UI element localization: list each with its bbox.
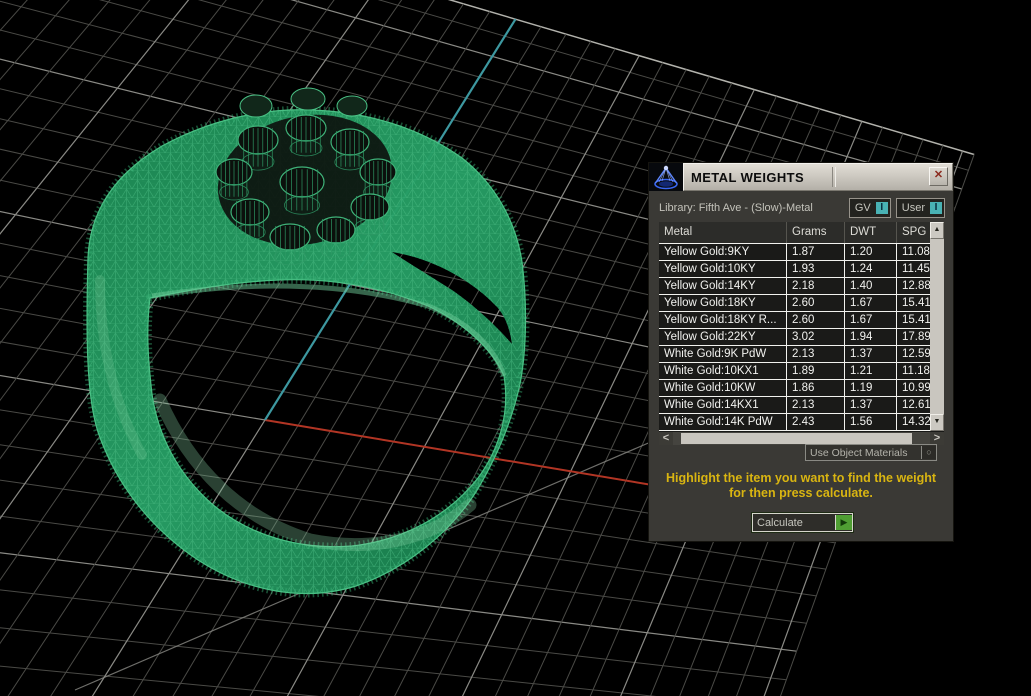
cell-grams: 2.60 (787, 295, 845, 311)
vertical-scroll-thumb[interactable] (930, 239, 944, 414)
materials-dropdown-value: Use Object Materials (810, 446, 908, 459)
cell-spg: 15.41 (897, 295, 930, 311)
cell-dwt: 1.19 (845, 380, 897, 396)
instruction-text: Highlight the item you want to find the … (649, 471, 953, 501)
cell-metal: White Gold:9K PdW (659, 346, 787, 362)
table-row[interactable]: Yellow Gold:10KY 1.93 1.24 11.45 (659, 261, 930, 278)
table-row[interactable]: White Gold:10KW 1.86 1.19 10.99 (659, 380, 930, 397)
table-row[interactable]: White Gold:14KX1 2.13 1.37 12.61 (659, 397, 930, 414)
cell-dwt: 1.24 (845, 261, 897, 277)
cell-metal: Yellow Gold:18KY R... (659, 312, 787, 328)
cell-spg: 15.41 (897, 312, 930, 328)
calculate-button-label: Calculate (757, 516, 803, 529)
cell-grams: 1.89 (787, 363, 845, 379)
instruction-line2: for then press calculate. (729, 486, 873, 500)
titlebar-divider (832, 167, 836, 187)
cell-metal: Yellow Gold:14KY (659, 278, 787, 294)
cell-grams: 2.18 (787, 278, 845, 294)
table-header: Metal Grams DWT SPG (659, 222, 930, 244)
gv-info-icon[interactable]: I (875, 201, 888, 214)
table-row[interactable]: Yellow Gold:18KY R... 2.60 1.67 15.41 (659, 312, 930, 329)
cell-metal: Yellow Gold:22KY (659, 329, 787, 345)
cell-grams: 2.13 (787, 346, 845, 362)
col-header-spg: SPG (902, 226, 927, 238)
cell-metal: Yellow Gold:9KY (659, 244, 787, 260)
cell-dwt: 1.37 (845, 346, 897, 362)
user-button-label: User (901, 201, 925, 214)
cell-spg: 17.89 (897, 329, 930, 345)
cell-dwt: 1.20 (845, 244, 897, 260)
table-row[interactable]: Yellow Gold:18KY 2.60 1.67 15.41 (659, 295, 930, 312)
cell-grams: 3.02 (787, 329, 845, 345)
calculate-arrow-icon: ▶ (835, 515, 852, 530)
library-row: Library: Fifth Ave - (Slow)-Metal GV I U… (659, 197, 945, 218)
gv-button[interactable]: GV I (848, 197, 891, 218)
table-row[interactable]: White Gold:10KX1 1.89 1.21 11.18 (659, 363, 930, 380)
titlebar-surface[interactable]: METAL WEIGHTS ✕ (683, 163, 953, 191)
dropdown-circle-icon[interactable]: ○ (921, 446, 936, 459)
cell-grams: 1.87 (787, 244, 845, 260)
cell-dwt: 1.37 (845, 397, 897, 413)
cell-grams: 2.13 (787, 397, 845, 413)
dialog-titlebar[interactable]: METAL WEIGHTS ✕ (649, 163, 953, 191)
cell-grams: 2.60 (787, 312, 845, 328)
horizontal-scroll-thumb[interactable] (681, 433, 912, 444)
table-row[interactable]: Yellow Gold:9KY 1.87 1.20 11.08 (659, 244, 930, 261)
cell-metal: White Gold:10KW (659, 380, 787, 396)
user-info-icon[interactable]: I (930, 201, 942, 214)
close-icon[interactable]: ✕ (929, 167, 948, 186)
metals-table[interactable]: Metal Grams DWT SPG Yellow Gold:9KY 1.87 1… (659, 222, 944, 445)
scroll-left-icon[interactable]: < (659, 432, 673, 445)
cell-metal: Yellow Gold:10KY (659, 261, 787, 277)
cell-spg: 12.59 (897, 346, 930, 362)
cell-metal: White Gold:14KX1 (659, 397, 787, 413)
cell-spg: 12.88 (897, 278, 930, 294)
scroll-up-icon[interactable]: ▲ (930, 222, 944, 239)
cell-metal: Yellow Gold:18KY (659, 295, 787, 311)
dialog-title: METAL WEIGHTS (691, 169, 805, 185)
library-label: Library: Fifth Ave - (Slow)-Metal (659, 201, 813, 214)
cell-dwt: 1.67 (845, 312, 897, 328)
cell-spg: 11.08 (897, 244, 930, 260)
cell-dwt: 1.40 (845, 278, 897, 294)
cell-dwt: 1.94 (845, 329, 897, 345)
calculate-button[interactable]: Calculate ▶ (752, 513, 853, 532)
ring-model[interactable] (83, 87, 530, 598)
cell-dwt: 1.21 (845, 363, 897, 379)
cell-spg: 14.32 (897, 414, 930, 430)
cell-spg: 11.45 (897, 261, 930, 277)
scroll-down-icon[interactable]: ▼ (930, 414, 944, 431)
table-row[interactable]: White Gold:14K PdW 2.43 1.56 14.32 (659, 414, 930, 431)
col-header-dwt: DWT (845, 222, 897, 243)
cell-grams: 1.93 (787, 261, 845, 277)
cell-grams: 1.86 (787, 380, 845, 396)
cell-grams: 2.43 (787, 414, 845, 430)
materials-dropdown[interactable]: Use Object Materials ○ (805, 444, 937, 461)
cell-spg: 11.18 (897, 363, 930, 379)
table-row[interactable]: Yellow Gold:14KY 2.18 1.40 12.88 (659, 278, 930, 295)
cell-metal: White Gold:14K PdW (659, 414, 787, 430)
gv-button-label: GV (854, 201, 871, 214)
vertical-scrollbar[interactable]: ▲ ▼ (930, 222, 944, 431)
cell-spg: 12.61 (897, 397, 930, 413)
instruction-line1: Highlight the item you want to find the … (665, 471, 937, 485)
cell-metal: White Gold:10KX1 (659, 363, 787, 379)
viewport-3d[interactable]: METAL WEIGHTS ✕ Library: Fifth Ave - (Sl… (0, 0, 1031, 696)
cell-spg: 10.99 (897, 380, 930, 396)
col-header-grams: Grams (787, 222, 845, 243)
metal-weights-dialog[interactable]: METAL WEIGHTS ✕ Library: Fifth Ave - (Sl… (649, 163, 953, 541)
scale-cone-icon (649, 163, 683, 191)
cell-dwt: 1.56 (845, 414, 897, 430)
cell-dwt: 1.67 (845, 295, 897, 311)
table-body[interactable]: Yellow Gold:9KY 1.87 1.20 11.08 Yellow Gold:… (659, 244, 930, 431)
table-row[interactable]: White Gold:9K PdW 2.13 1.37 12.59 (659, 346, 930, 363)
user-button[interactable]: User I (895, 197, 945, 218)
col-header-metal: Metal (659, 222, 787, 243)
table-row[interactable]: Yellow Gold:22KY 3.02 1.94 17.89 (659, 329, 930, 346)
